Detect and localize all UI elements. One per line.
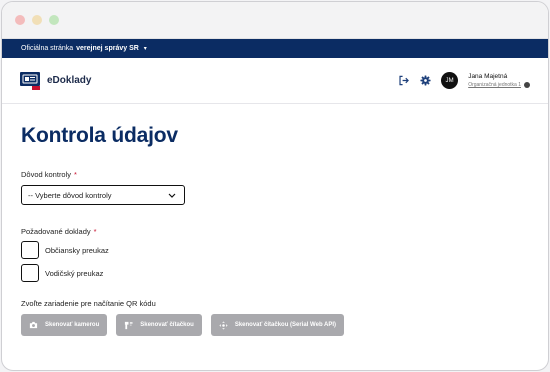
- minimize-window-dot[interactable]: [32, 15, 42, 25]
- scan-serial-button[interactable]: Skenovať čítačkou (Serial Web API): [210, 314, 345, 336]
- maximize-window-dot[interactable]: [49, 15, 59, 25]
- scan-reader-button[interactable]: Skenovať čítačkou: [116, 314, 202, 336]
- checkbox-option-driving-licence[interactable]: Vodičský preukaz: [21, 264, 529, 282]
- scan-buttons: Skenovať kamerou Skenovať čítačkou Skeno…: [21, 314, 529, 336]
- user-org-label: Organizačná jednotka 1: [468, 82, 521, 88]
- gov-banner[interactable]: Oficiálna stránka verejnej správy SR ▾: [2, 39, 548, 58]
- scan-camera-button[interactable]: Skenovať kamerou: [21, 314, 108, 336]
- gov-banner-prefix: Oficiálna stránka: [21, 45, 74, 52]
- gear-icon[interactable]: [419, 75, 431, 87]
- checkbox-label: Vodičský preukaz: [45, 268, 104, 278]
- documents-label: Požadované doklady *: [21, 227, 529, 236]
- edoklady-logo-icon: [20, 71, 40, 90]
- reason-select-value: -- Vyberte dôvod kontroly: [28, 190, 112, 200]
- user-name: Jana Majetná: [468, 73, 508, 80]
- move-icon: [219, 320, 228, 330]
- checkbox-option-id-card[interactable]: Občiansky preukaz: [21, 241, 529, 259]
- logout-icon[interactable]: [397, 75, 409, 87]
- brand[interactable]: eDoklady: [20, 71, 92, 90]
- chevron-down-icon: ▾: [143, 46, 147, 52]
- documents-label-text: Požadované doklady: [21, 227, 91, 236]
- main-content: Kontrola údajov Dôvod kontroly * -- Vyber…: [2, 124, 548, 336]
- scan-serial-label: Skenovať čítačkou (Serial Web API): [234, 322, 337, 328]
- camera-icon: [29, 321, 38, 329]
- checkbox[interactable]: [21, 241, 39, 259]
- scan-reader-label: Skenovať čítačkou: [140, 322, 194, 328]
- browser-window: Oficiálna stránka verejnej správy SR ▾ e…: [1, 1, 549, 371]
- header-actions: JM Jana Majetná Organizačná jednotka 1: [397, 72, 530, 89]
- checkbox-label: Občiansky preukaz: [45, 245, 109, 255]
- scan-camera-label: Skenovať kamerou: [45, 322, 100, 328]
- brand-name: eDoklady: [47, 75, 92, 86]
- checkbox[interactable]: [21, 264, 39, 282]
- reason-label: Dôvod kontroly *: [21, 170, 529, 179]
- reason-select[interactable]: -- Vyberte dôvod kontroly: [21, 185, 185, 205]
- window-titlebar: [2, 2, 548, 39]
- reason-label-text: Dôvod kontroly: [21, 170, 72, 179]
- required-mark: *: [93, 227, 97, 236]
- chevron-down-icon: [168, 193, 176, 198]
- page-title: Kontrola údajov: [21, 124, 178, 147]
- avatar[interactable]: JM: [441, 72, 459, 89]
- verified-icon: [524, 82, 530, 88]
- app-header: eDoklady JM Jana Majetná Organizačná jed…: [2, 58, 548, 104]
- qr-device-label: Zvoľte zariadenie pre načítanie QR kódu: [21, 299, 156, 308]
- gov-banner-strong: verejnej správy SR: [76, 45, 139, 52]
- user-org: Organizačná jednotka 1: [468, 82, 530, 88]
- required-mark: *: [74, 170, 77, 179]
- user-info[interactable]: Jana Majetná Organizačná jednotka 1: [468, 73, 530, 88]
- close-window-dot[interactable]: [15, 15, 25, 25]
- scanner-icon: [125, 321, 133, 329]
